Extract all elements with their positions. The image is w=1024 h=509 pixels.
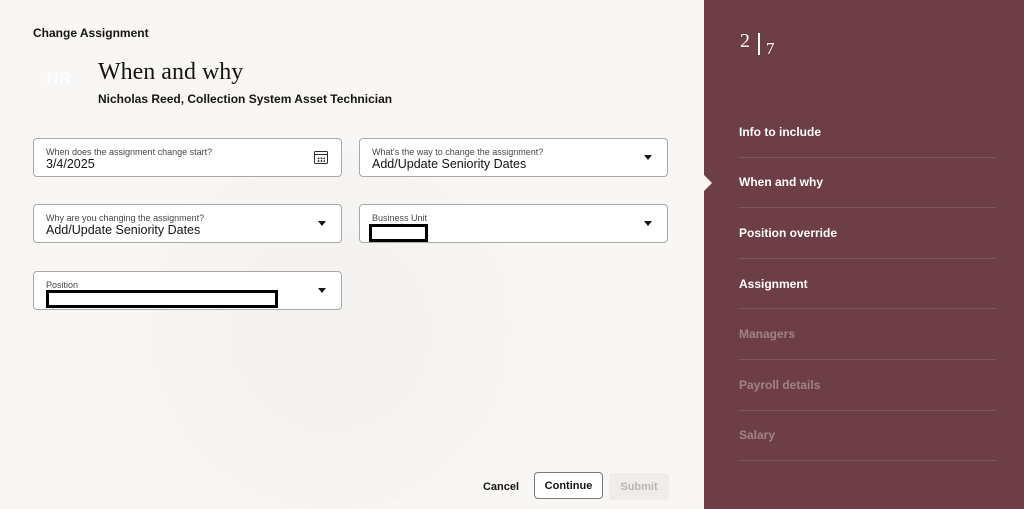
main-panel: Change Assignment NR When and why Nichol… — [0, 0, 704, 509]
business-unit-label: Business Unit — [372, 213, 428, 223]
continue-button[interactable]: Continue — [534, 472, 603, 499]
current-step-number: 2 — [740, 30, 750, 52]
total-steps-number: 7 — [766, 39, 775, 58]
submit-button[interactable]: Submit — [609, 473, 669, 500]
change-reason-label: Why are you changing the assignment? — [46, 213, 205, 223]
chevron-down-icon[interactable] — [318, 221, 326, 226]
step-assignment[interactable]: Assignment — [739, 259, 996, 310]
change-way-select[interactable]: What's the way to change the assignment?… — [359, 138, 668, 177]
chevron-down-icon[interactable] — [318, 288, 326, 293]
change-way-value[interactable]: Add/Update Seniority Dates — [372, 157, 526, 171]
redaction-box — [369, 224, 428, 242]
active-step-pointer — [704, 175, 712, 191]
start-date-label: When does the assignment change start? — [46, 147, 213, 157]
position-label: Position — [46, 280, 79, 290]
start-date-value[interactable]: 3/4/2025 — [46, 157, 95, 171]
step-position-override[interactable]: Position override — [739, 208, 996, 259]
page-heading: Change Assignment — [33, 26, 149, 40]
start-date-field[interactable]: When does the assignment change start? 3… — [33, 138, 342, 177]
calendar-icon[interactable] — [314, 151, 328, 164]
step-managers: Managers — [739, 309, 996, 360]
avatar: NR — [46, 69, 72, 88]
cancel-button[interactable]: Cancel — [476, 473, 526, 500]
change-reason-select[interactable]: Why are you changing the assignment? Add… — [33, 204, 342, 243]
step-payroll-details: Payroll details — [739, 360, 996, 411]
step-when-and-why[interactable]: When and why — [739, 158, 996, 209]
chevron-down-icon[interactable] — [644, 221, 652, 226]
chevron-down-icon[interactable] — [644, 155, 652, 160]
page-title: When and why — [98, 59, 244, 85]
counter-divider — [758, 33, 760, 55]
step-salary: Salary — [739, 411, 996, 462]
change-way-label: What's the way to change the assignment? — [372, 147, 544, 157]
step-info-to-include[interactable]: Info to include — [739, 107, 996, 158]
person-subtitle: Nicholas Reed, Collection System Asset T… — [98, 92, 393, 106]
step-list: Info to include When and why Position ov… — [739, 107, 996, 462]
redaction-box — [46, 290, 278, 308]
change-reason-value[interactable]: Add/Update Seniority Dates — [46, 223, 200, 237]
